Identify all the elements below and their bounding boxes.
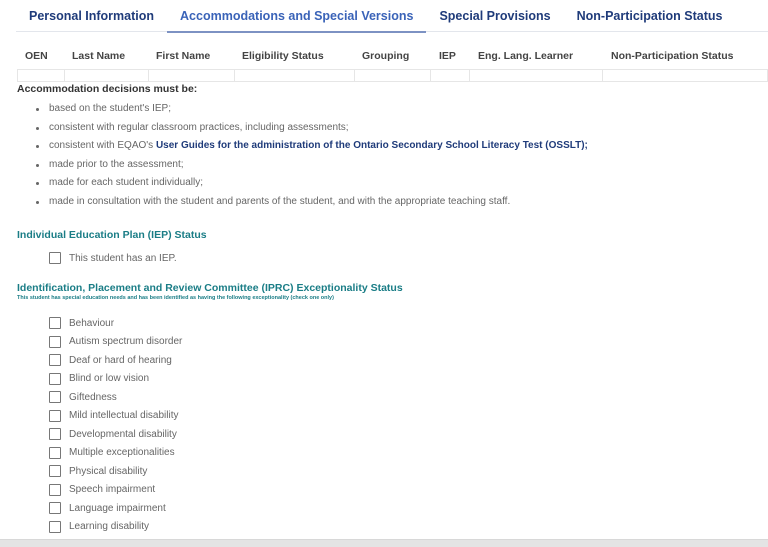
iprc-subheading: This student has special education needs… <box>17 295 334 301</box>
iep-checkbox[interactable] <box>49 252 61 264</box>
cell-eligibility-status <box>235 70 355 81</box>
iprc-option-label[interactable]: Behaviour <box>69 318 114 329</box>
iprc-option-label[interactable]: Multiple exceptionalities <box>69 447 175 458</box>
column-header-iep[interactable]: IEP <box>431 50 470 62</box>
iprc-option-label[interactable]: Deaf or hard of hearing <box>69 355 172 366</box>
list-item: made prior to the assessment; <box>35 156 588 175</box>
iprc-option-label[interactable]: Mild intellectual disability <box>69 410 179 421</box>
cell-non-participation <box>603 70 768 81</box>
iprc-option-checkbox[interactable] <box>49 409 61 422</box>
iprc-option-label[interactable]: Speech impairment <box>69 484 155 495</box>
iprc-option-label[interactable]: Learning disability <box>69 521 149 532</box>
table-row[interactable] <box>17 69 768 82</box>
iprc-option-label[interactable]: Autism spectrum disorder <box>69 336 182 347</box>
iprc-option-checkbox[interactable] <box>49 354 61 366</box>
accommodation-rules-list: based on the student's IEP; consistent w… <box>35 100 588 211</box>
iprc-option-row[interactable]: Language impairment <box>49 500 166 516</box>
iprc-option-checkbox[interactable] <box>49 317 61 329</box>
accommodation-intro: Accommodation decisions must be: <box>17 83 198 95</box>
column-header-first-name[interactable]: First Name <box>148 50 234 62</box>
tab-special-provisions[interactable]: Special Provisions <box>426 0 563 31</box>
cell-oen <box>18 70 65 81</box>
student-grid: OEN Last Name First Name Eligibility Sta… <box>17 46 768 82</box>
column-header-oen[interactable]: OEN <box>17 50 64 62</box>
iprc-option-label[interactable]: Developmental disability <box>69 429 177 440</box>
iprc-option-checkbox[interactable] <box>49 483 61 496</box>
iprc-option-row[interactable]: Developmental disability <box>49 426 177 442</box>
iprc-option-label[interactable]: Physical disability <box>69 466 147 477</box>
iprc-option-checkbox[interactable] <box>49 372 61 385</box>
user-guides-link[interactable]: User Guides for the administration of th… <box>156 140 588 151</box>
iprc-option-checkbox[interactable] <box>49 391 61 403</box>
iprc-status-heading: Identification, Placement and Review Com… <box>17 282 403 294</box>
cell-grouping <box>355 70 432 81</box>
cell-first-name <box>149 70 235 81</box>
list-item: consistent with regular classroom practi… <box>35 119 588 138</box>
iprc-option-checkbox[interactable] <box>49 428 61 440</box>
iprc-option-row[interactable]: Physical disability <box>49 463 147 479</box>
tab-non-participation-status[interactable]: Non-Participation Status <box>564 0 736 31</box>
column-header-non-participation[interactable]: Non-Participation Status <box>603 50 768 62</box>
column-header-last-name[interactable]: Last Name <box>64 50 148 62</box>
iprc-option-row[interactable]: Behaviour <box>49 315 114 331</box>
column-header-ell[interactable]: Eng. Lang. Learner <box>470 50 603 62</box>
column-header-eligibility-status[interactable]: Eligibility Status <box>234 50 354 62</box>
iprc-option-row[interactable]: Mild intellectual disability <box>49 408 179 424</box>
iep-checkbox-row[interactable]: This student has an IEP. <box>49 250 177 266</box>
list-item: made for each student individually; <box>35 174 588 193</box>
iprc-option-row[interactable]: Autism spectrum disorder <box>49 334 182 350</box>
list-item: based on the student's IEP; <box>35 100 588 119</box>
iprc-option-row[interactable]: Blind or low vision <box>49 371 149 387</box>
iprc-option-label[interactable]: Blind or low vision <box>69 373 149 384</box>
iprc-option-label[interactable]: Language impairment <box>69 503 166 514</box>
iprc-option-row[interactable]: Multiple exceptionalities <box>49 445 175 461</box>
iprc-option-row[interactable]: Learning disability <box>49 519 149 535</box>
tab-accommodations[interactable]: Accommodations and Special Versions <box>167 0 427 33</box>
iprc-option-row[interactable]: Giftedness <box>49 389 117 405</box>
grid-header: OEN Last Name First Name Eligibility Sta… <box>17 46 768 66</box>
cell-last-name <box>65 70 149 81</box>
iep-status-heading: Individual Education Plan (IEP) Status <box>17 229 207 241</box>
iprc-option-label[interactable]: Giftedness <box>69 392 117 403</box>
cell-iep <box>431 70 471 81</box>
iprc-option-checkbox[interactable] <box>49 335 61 348</box>
tab-bar: Personal Information Accommodations and … <box>16 0 768 33</box>
iprc-option-checkbox[interactable] <box>49 446 61 459</box>
list-item: consistent with EQAO's User Guides for t… <box>35 137 588 156</box>
iprc-option-row[interactable]: Deaf or hard of hearing <box>49 352 172 368</box>
tab-personal-information[interactable]: Personal Information <box>16 0 167 31</box>
iprc-option-checkbox[interactable] <box>49 520 61 533</box>
column-header-grouping[interactable]: Grouping <box>354 50 431 62</box>
iep-checkbox-label[interactable]: This student has an IEP. <box>69 253 177 264</box>
cell-ell <box>470 70 604 81</box>
iprc-option-checkbox[interactable] <box>49 465 61 477</box>
list-item: made in consultation with the student an… <box>35 193 588 212</box>
iprc-option-row[interactable]: Speech impairment <box>49 482 155 498</box>
iprc-option-checkbox[interactable] <box>49 502 61 514</box>
rule-prefix: consistent with EQAO's <box>49 140 156 151</box>
